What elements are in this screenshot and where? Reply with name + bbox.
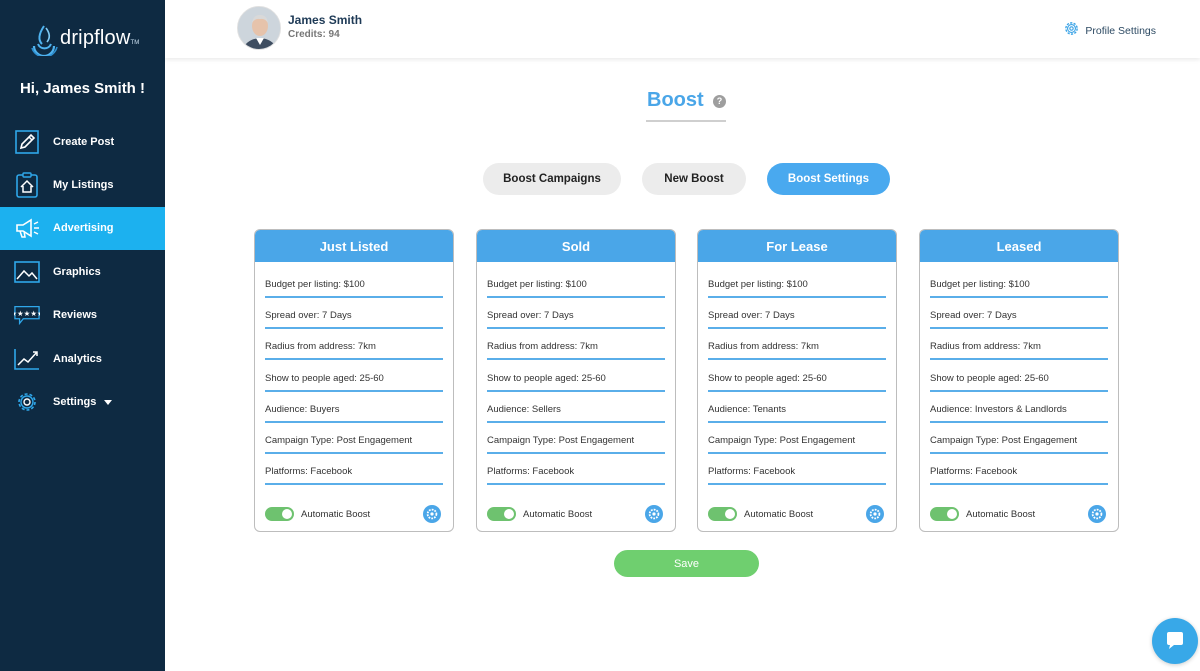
card-row-radius: Radius from address: 7km <box>708 329 886 361</box>
avatar[interactable] <box>237 6 281 50</box>
title-underline <box>646 120 726 122</box>
logo-text: dripflow <box>60 27 131 49</box>
gear-icon <box>648 508 660 520</box>
sidebar-item-label: Create Post <box>53 135 115 148</box>
sidebar-item-label: My Listings <box>53 179 114 192</box>
gear-icon <box>14 389 40 415</box>
card-settings-button[interactable] <box>1088 505 1106 523</box>
card-row-campaign-type: Campaign Type: Post Engagement <box>487 423 665 454</box>
logo-trademark: TM <box>130 40 140 46</box>
boost-card-sold: Sold Budget per listing: $100 Spread ove… <box>476 229 676 532</box>
card-settings-button[interactable] <box>645 505 663 523</box>
greeting: Hi, James Smith ! <box>19 80 146 97</box>
card-title: Sold <box>477 230 675 262</box>
pencil-icon <box>14 129 40 155</box>
card-row-audience: Audience: Sellers <box>487 392 665 423</box>
card-row-spread: Spread over: 7 Days <box>930 298 1108 330</box>
card-title: Just Listed <box>255 230 453 262</box>
tab-boost-settings[interactable]: Boost Settings <box>767 163 890 195</box>
sidebar-item-advertising[interactable]: Advertising <box>0 206 165 251</box>
house-clipboard-icon <box>14 172 40 198</box>
drip-logo-icon <box>31 25 58 56</box>
sidebar-item-my-listings[interactable]: My Listings <box>0 163 165 206</box>
profile-settings-link[interactable]: Profile Settings <box>1064 21 1156 41</box>
card-row-age: Show to people aged: 25-60 <box>708 360 886 392</box>
automatic-boost-toggle[interactable] <box>930 507 959 521</box>
card-settings-button[interactable] <box>423 505 441 523</box>
card-row-audience: Audience: Investors & Landlords <box>930 392 1108 423</box>
card-row-spread: Spread over: 7 Days <box>265 298 443 330</box>
card-title: Leased <box>920 230 1118 262</box>
card-row-radius: Radius from address: 7km <box>930 329 1108 361</box>
gear-icon <box>426 508 438 520</box>
chat-widget-button[interactable] <box>1152 618 1198 664</box>
chevron-down-icon <box>104 399 113 405</box>
card-row-budget: Budget per listing: $100 <box>265 262 443 298</box>
review-stars-icon: ★★★★★ <box>14 302 40 328</box>
card-row-age: Show to people aged: 25-60 <box>930 360 1108 392</box>
card-row-radius: Radius from address: 7km <box>487 329 665 361</box>
card-title: For Lease <box>698 230 896 262</box>
card-row-radius: Radius from address: 7km <box>265 329 443 361</box>
sidebar-item-label: Reviews <box>53 309 98 322</box>
card-row-budget: Budget per listing: $100 <box>930 262 1108 298</box>
tab-new-boost[interactable]: New Boost <box>642 163 746 195</box>
card-row-platforms: Platforms: Facebook <box>265 454 443 486</box>
automatic-boost-label: Automatic Boost <box>744 508 814 520</box>
card-row-platforms: Platforms: Facebook <box>708 454 886 486</box>
card-row-budget: Budget per listing: $100 <box>708 262 886 298</box>
sidebar-item-label: Analytics <box>53 352 102 365</box>
automatic-boost-label: Automatic Boost <box>966 508 1036 520</box>
automatic-boost-label: Automatic Boost <box>523 508 593 520</box>
card-row-audience: Audience: Tenants <box>708 392 886 423</box>
sidebar-item-label: Graphics <box>53 265 101 278</box>
sidebar-item-reviews[interactable]: ★★★★★ Reviews <box>0 294 165 337</box>
sidebar: dripflow TM Hi, James Smith ! Create Pos… <box>0 0 165 671</box>
automatic-boost-toggle[interactable] <box>708 507 737 521</box>
boost-card-just-listed: Just Listed Budget per listing: $100 Spr… <box>254 229 454 532</box>
profile-settings-label: Profile Settings <box>1085 25 1156 37</box>
gear-icon <box>869 508 881 520</box>
user-name: James Smith <box>288 13 363 27</box>
sidebar-item-settings[interactable]: Settings <box>0 380 165 423</box>
card-row-platforms: Platforms: Facebook <box>930 454 1108 486</box>
gear-icon <box>1091 508 1103 520</box>
card-row-spread: Spread over: 7 Days <box>487 298 665 330</box>
card-row-audience: Audience: Buyers <box>265 392 443 423</box>
top-header: James Smith Credits: 94 Profile Settings <box>165 0 1200 58</box>
automatic-boost-toggle[interactable] <box>265 507 294 521</box>
card-row-platforms: Platforms: Facebook <box>487 454 665 486</box>
dripflow-logo[interactable]: dripflow TM <box>30 16 139 56</box>
megaphone-icon <box>14 215 40 241</box>
boost-card-for-lease: For Lease Budget per listing: $100 Sprea… <box>697 229 897 532</box>
user-credits: Credits: 94 <box>288 29 340 40</box>
line-chart-icon <box>14 346 40 372</box>
card-settings-button[interactable] <box>866 505 884 523</box>
help-icon[interactable]: ? <box>713 95 726 108</box>
save-button[interactable]: Save <box>614 550 759 577</box>
card-row-age: Show to people aged: 25-60 <box>487 360 665 392</box>
page-title: Boost <box>647 89 704 111</box>
sidebar-item-graphics[interactable]: Graphics <box>0 250 165 293</box>
sidebar-item-create-post[interactable]: Create Post <box>0 120 165 163</box>
image-icon <box>14 259 40 285</box>
card-row-campaign-type: Campaign Type: Post Engagement <box>265 423 443 454</box>
automatic-boost-toggle[interactable] <box>487 507 516 521</box>
chat-bubble-icon <box>1167 632 1183 649</box>
sidebar-item-label: Settings <box>53 396 97 409</box>
automatic-boost-label: Automatic Boost <box>301 508 371 520</box>
card-row-age: Show to people aged: 25-60 <box>265 360 443 392</box>
sidebar-nav: Create Post My Listings Advertising Grap… <box>0 120 165 424</box>
card-row-budget: Budget per listing: $100 <box>487 262 665 298</box>
card-row-campaign-type: Campaign Type: Post Engagement <box>930 423 1108 454</box>
card-row-spread: Spread over: 7 Days <box>708 298 886 330</box>
sidebar-item-analytics[interactable]: Analytics <box>0 337 165 380</box>
sidebar-item-label: Advertising <box>53 222 114 235</box>
tab-boost-campaigns[interactable]: Boost Campaigns <box>483 163 621 195</box>
boost-card-leased: Leased Budget per listing: $100 Spread o… <box>919 229 1119 532</box>
card-row-campaign-type: Campaign Type: Post Engagement <box>708 423 886 454</box>
gear-icon <box>1064 21 1079 41</box>
svg-text:★★★★★: ★★★★★ <box>14 309 40 318</box>
